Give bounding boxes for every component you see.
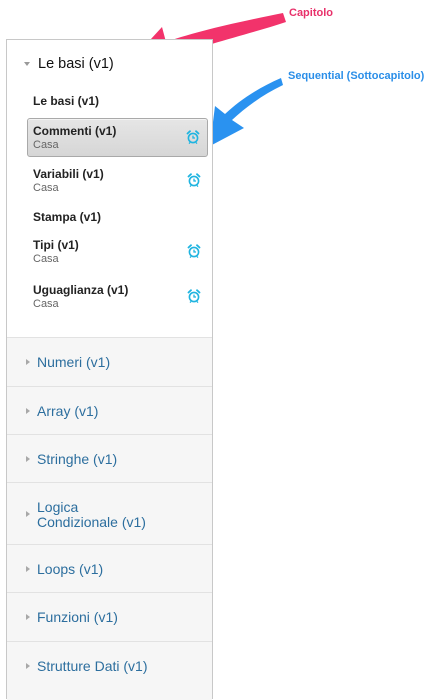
subsection-title: Commenti (v1)	[33, 124, 117, 138]
section-title: Le basi (v1)	[33, 94, 100, 108]
chapter-title: Le basi (v1)	[38, 56, 114, 72]
chapter-le-basi[interactable]: Le basi (v1)	[7, 50, 212, 78]
subsection-meta: Casa	[33, 298, 59, 310]
chapter-logica-condizionale[interactable]: Logica Condizionale (v1)	[7, 482, 212, 544]
subsection-title: Tipi (v1)	[33, 238, 79, 252]
caret-right-icon	[26, 359, 30, 365]
chapter-stringhe[interactable]: Stringhe (v1)	[7, 434, 212, 482]
caret-right-icon	[26, 511, 30, 517]
chapter-strutture-dati[interactable]: Strutture Dati (v1)	[7, 641, 212, 700]
subsection-stampa[interactable]: Stampa (v1)	[27, 207, 208, 229]
caret-right-icon	[26, 663, 30, 669]
chapter-title: Loops (v1)	[37, 561, 104, 577]
chapter-title: Numeri (v1)	[37, 354, 111, 370]
chapter-title: Stringhe (v1)	[37, 451, 118, 467]
subsection-uguaglianza[interactable]: Uguaglianza (v1) Casa	[27, 280, 208, 316]
chapter-loops[interactable]: Loops (v1)	[7, 544, 212, 592]
chapter-annotation: Capitolo	[289, 7, 333, 19]
chapter-funzioni[interactable]: Funzioni (v1)	[7, 592, 212, 641]
caret-right-icon	[26, 566, 30, 572]
chapter-title: Strutture Dati (v1)	[37, 658, 148, 674]
chapter-title: Funzioni (v1)	[37, 609, 118, 625]
caret-right-icon	[26, 408, 30, 414]
subsection-commenti[interactable]: Commenti (v1) Casa	[27, 118, 208, 157]
subchapter-annotation: Sequential (Sottocapitolo)	[288, 70, 425, 82]
caret-right-icon	[26, 456, 30, 462]
alarm-clock-icon	[186, 130, 200, 144]
chapter-title: Array (v1)	[37, 403, 99, 419]
subchapter-annotation-arrow	[210, 78, 283, 146]
subsection-title: Variabili (v1)	[33, 167, 104, 181]
subsection-variabili[interactable]: Variabili (v1) Casa	[27, 164, 208, 200]
course-navigation-panel: Le basi (v1) Le basi (v1) Commenti (v1) …	[6, 39, 213, 700]
subsection-title: Uguaglianza (v1)	[33, 283, 129, 297]
alarm-clock-icon	[187, 173, 201, 187]
alarm-clock-icon	[187, 289, 201, 303]
caret-right-icon	[26, 614, 30, 620]
subsection-title: Stampa (v1)	[33, 210, 102, 224]
subsection-tipi[interactable]: Tipi (v1) Casa	[27, 235, 208, 271]
alarm-clock-icon	[187, 244, 201, 258]
caret-down-icon	[24, 62, 30, 66]
chapter-array[interactable]: Array (v1)	[7, 386, 212, 434]
subsection-meta: Casa	[33, 139, 59, 151]
subsection-meta: Casa	[33, 182, 59, 194]
chapter-numeri[interactable]: Numeri (v1)	[7, 337, 212, 386]
subsection-meta: Casa	[33, 253, 59, 265]
chapter-title: Logica Condizionale (v1)	[37, 499, 146, 530]
